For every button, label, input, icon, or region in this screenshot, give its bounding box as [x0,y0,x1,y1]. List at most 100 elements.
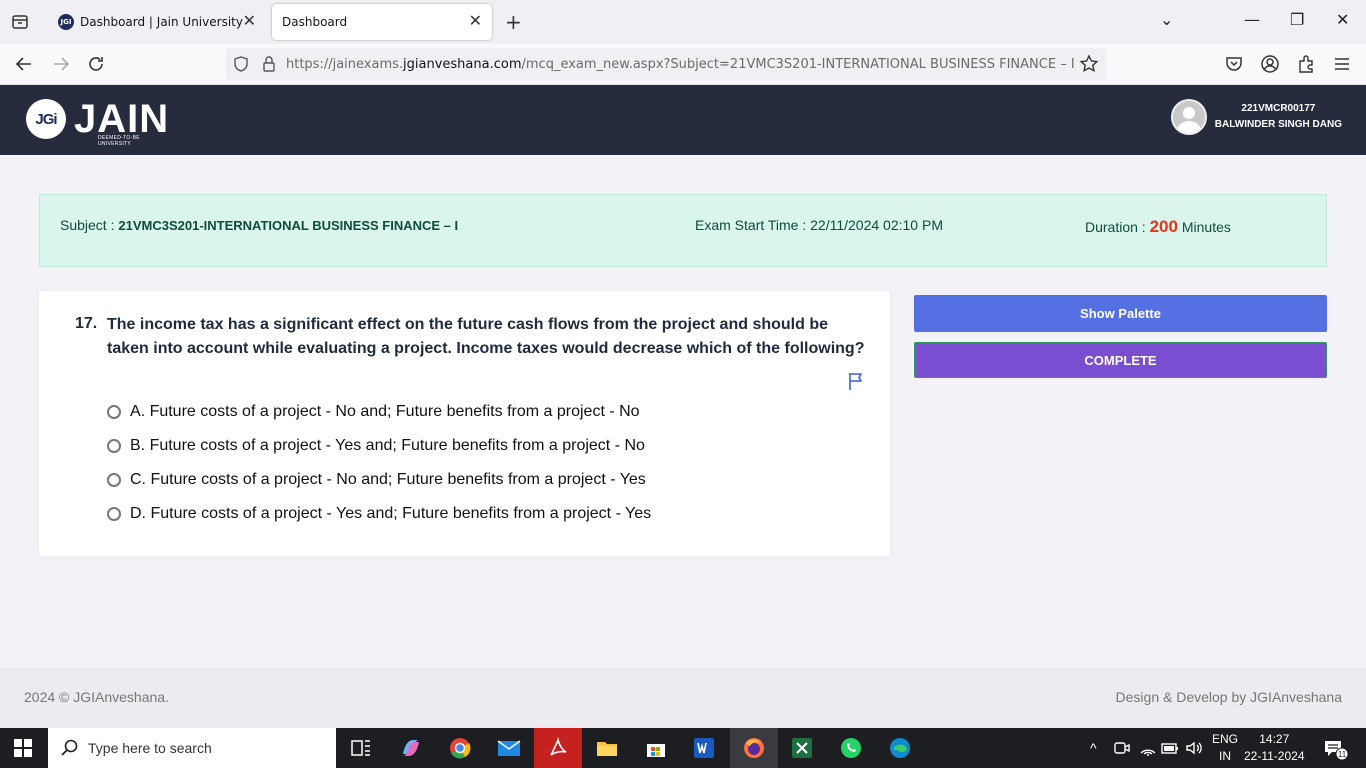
word-icon[interactable] [691,736,717,760]
question-number: 17. [75,315,98,332]
option-b[interactable]: B. Future costs of a project - Yes and; … [107,435,645,457]
jain-logo[interactable]: JGi JAIN DEEMED-TO-BE UNIVERSITY [26,97,170,147]
tab-label: Dashboard | Jain University [80,15,243,29]
menu-hamburger-icon[interactable] [1331,53,1353,75]
chevron-up-icon[interactable]: ^ [1090,728,1097,768]
reload-icon[interactable] [85,53,107,75]
flag-icon[interactable] [847,371,867,391]
subject-value: 21VMC3S201-INTERNATIONAL BUSINESS FINANC… [118,218,459,233]
radio-option-a[interactable] [107,405,121,419]
notification-icon[interactable]: 11 [1322,738,1348,762]
lang-code: ENG [1212,732,1239,746]
user-name: BALWINDER SINGH DANG [1214,119,1342,130]
footer-credit: Design & Develop by JGIAnveshana [1115,689,1342,705]
option-a[interactable]: A. Future costs of a project - No and; F… [107,401,640,423]
taskbar-clock[interactable]: 14:27 22-11-2024 [1244,731,1305,765]
account-icon[interactable] [1259,53,1281,75]
new-tab-icon[interactable]: + [505,10,522,34]
lock-icon[interactable] [260,55,278,73]
start-value: 22/11/2024 02:10 PM [810,217,943,233]
user-profile[interactable]: 221VMCR00177 BALWINDER SINGH DANG [1170,99,1342,135]
url-domain: jgianveshana.com [403,56,522,72]
question-text: The income tax has a significant effect … [107,316,865,357]
whatsapp-icon[interactable] [838,736,864,760]
firefox-icon [744,738,764,758]
url-prefix: https://jainexams. [286,56,404,72]
battery-icon[interactable] [1160,738,1180,758]
back-arrow-icon[interactable] [13,53,35,75]
mail-icon[interactable] [496,736,522,760]
footer-copyright: 2024 © JGIAnveshana. [24,689,169,705]
exam-info-bar: Subject : 21VMC3S201-INTERNATIONAL BUSIN… [39,194,1327,267]
microsoft-store-icon[interactable] [643,736,669,760]
radio-option-b[interactable] [107,439,121,453]
browser-tab-strip: JGI Dashboard | Jain University ✕ Dashbo… [0,0,1366,44]
option-a-text: A. Future costs of a project - No and; F… [130,403,640,420]
minimize-icon[interactable]: — [1244,10,1260,29]
excel-icon[interactable] [789,736,815,760]
exam-start-info: Exam Start Time : 22/11/2024 02:10 PM [695,217,943,233]
option-c-text: C. Future costs of a project - No and; F… [130,471,646,488]
option-b-text: B. Future costs of a project - Yes and; … [130,437,645,454]
duration-label: Duration : [1085,219,1150,235]
meet-now-icon[interactable] [1112,738,1132,758]
language-indicator[interactable]: ENG IN [1212,731,1238,765]
tab-dashboard-active[interactable]: Dashboard ✕ [272,4,492,40]
taskbar-search-input[interactable]: Type here to search [48,728,336,768]
radio-option-d[interactable] [107,507,121,521]
volume-icon[interactable] [1184,738,1204,758]
url-path: /mcq_exam_new.aspx?Subject=21VMC3S201-IN… [521,56,1075,72]
tab-dashboard-jain[interactable]: JGI Dashboard | Jain University ✕ [46,4,266,40]
jgi-logo-badge: JGi [26,99,66,139]
clock-date: 22-11-2024 [1244,749,1305,763]
jgi-favicon-icon: JGI [58,14,74,30]
search-placeholder: Type here to search [88,740,212,756]
windows-start-icon[interactable] [14,739,32,757]
task-view-icon[interactable] [348,736,374,760]
chevron-down-icon[interactable]: ⌄ [1160,10,1173,29]
duration-unit: Minutes [1177,219,1231,235]
address-bar[interactable]: https://jainexams. jgianveshana.com/mcq_e… [226,48,1106,80]
logo-subtext: DEEMED-TO-BE UNIVERSITY [98,135,140,147]
extensions-icon[interactable] [1295,53,1317,75]
site-header: JGi JAIN DEEMED-TO-BE UNIVERSITY 221VMCR… [0,85,1366,155]
start-label: Exam Start Time : [695,217,811,233]
subject-label: Subject : [60,217,119,233]
logo-text: JAIN [74,97,170,141]
pocket-icon[interactable] [1223,53,1245,75]
duration-value: 200 [1149,217,1178,236]
show-palette-button[interactable]: Show Palette [914,295,1327,332]
avatar[interactable] [1170,99,1207,135]
bookmark-star-icon[interactable] [1078,53,1100,75]
user-id: 221VMCR00177 [1241,103,1316,114]
radio-option-c[interactable] [107,473,121,487]
region-code: IN [1219,749,1231,763]
restore-icon[interactable]: ❐ [1290,10,1304,29]
forward-arrow-icon[interactable] [50,53,72,75]
file-explorer-icon[interactable] [594,736,620,760]
shield-icon[interactable] [232,55,250,73]
close-tab-icon[interactable]: ✕ [469,13,482,29]
notification-count: 11 [1338,750,1347,759]
option-c[interactable]: C. Future costs of a project - No and; F… [107,469,646,491]
close-tab-icon[interactable]: ✕ [243,13,256,29]
subject-info: Subject : 21VMC3S201-INTERNATIONAL BUSIN… [60,217,458,233]
chrome-icon[interactable] [447,736,473,760]
page-footer: 2024 © JGIAnveshana. Design & Develop by… [0,668,1366,728]
complete-button[interactable]: COMPLETE [914,342,1327,378]
window-close-icon[interactable]: ✕ [1336,10,1349,29]
search-icon [61,739,78,756]
question-card: 17. The income tax has a significant eff… [39,291,890,556]
clock-time: 14:27 [1259,732,1290,746]
tab-label: Dashboard [282,15,348,29]
acrobat-icon [550,737,567,756]
edge-icon[interactable] [887,736,913,760]
windows-taskbar: Type here to search ^ ENG IN 14:27 22-11… [0,728,1366,768]
browser-navbar: https://jainexams. jgianveshana.com/mcq_e… [0,44,1366,85]
option-d[interactable]: D. Future costs of a project - Yes and; … [107,503,651,525]
copilot-icon[interactable] [398,736,424,760]
list-all-tabs-icon[interactable] [10,12,30,32]
duration-info: Duration : 200 Minutes [1085,217,1231,237]
wifi-icon[interactable] [1138,738,1158,758]
option-d-text: D. Future costs of a project - Yes and; … [130,505,652,522]
